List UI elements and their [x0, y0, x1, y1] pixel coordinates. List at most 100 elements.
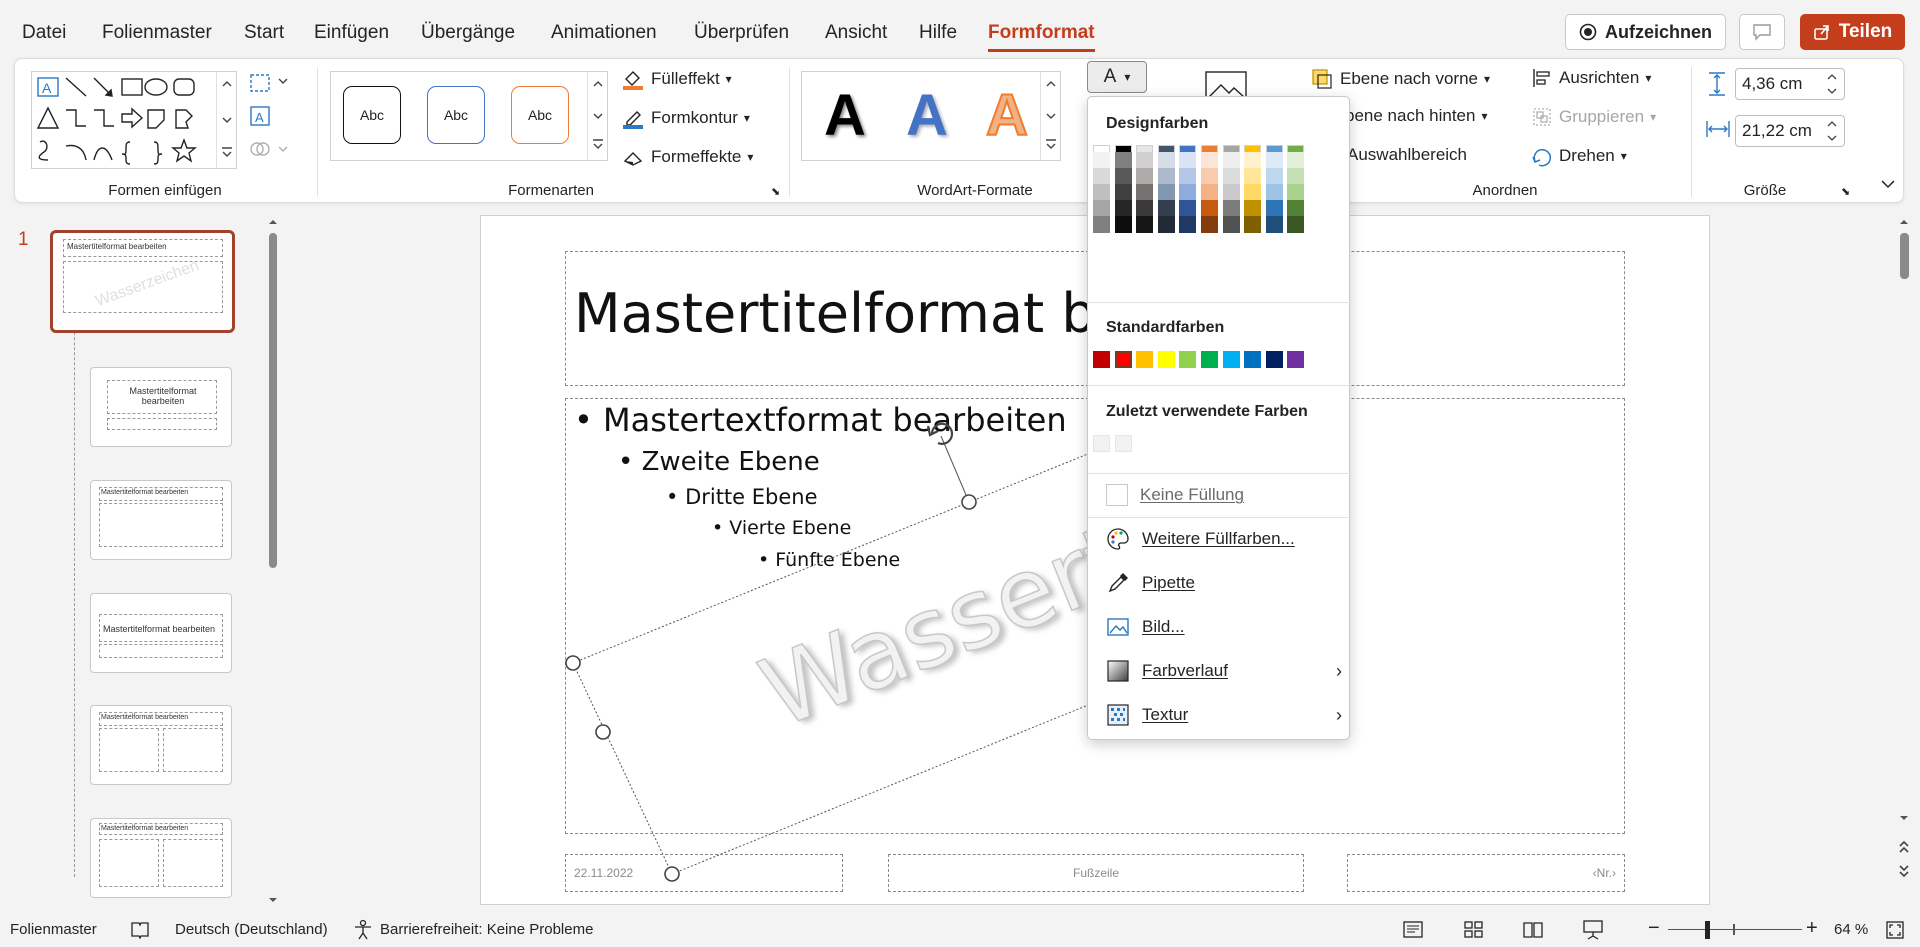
theme-shade-swatch[interactable]	[1201, 184, 1218, 201]
theme-shade-swatch[interactable]	[1093, 200, 1110, 217]
wordart-style-2[interactable]: A	[906, 82, 948, 149]
standard-color-swatch[interactable]	[1287, 351, 1305, 368]
accessibility-icon[interactable]	[352, 919, 374, 941]
zoom-out-button[interactable]: −	[1648, 917, 1660, 940]
next-slide-icon[interactable]	[1896, 861, 1912, 881]
theme-shade-swatch[interactable]	[1114, 184, 1132, 201]
recent-color-swatch[interactable]	[1114, 435, 1132, 452]
scroll-up-icon[interactable]	[266, 215, 280, 229]
theme-shade-swatch[interactable]	[1244, 216, 1262, 233]
shape-styles-gallery[interactable]: Abc Abc Abc	[330, 71, 608, 161]
standard-color-swatch[interactable]	[1222, 351, 1240, 368]
comment-button[interactable]	[1739, 14, 1785, 50]
theme-shade-swatch[interactable]	[1265, 200, 1283, 217]
theme-shade-swatch[interactable]	[1287, 216, 1305, 233]
number-placeholder[interactable]: ‹Nr.›	[1347, 854, 1625, 892]
theme-shade-swatch[interactable]	[1244, 200, 1262, 217]
slideshow-icon[interactable]	[1582, 919, 1604, 941]
theme-shade-swatch[interactable]	[1287, 184, 1305, 201]
gradient-item[interactable]: Farbverlauf ›	[1106, 657, 1342, 685]
more-fill-colors-item[interactable]: Weitere Füllfarben...	[1106, 525, 1295, 553]
spinner-icon[interactable]	[1825, 70, 1839, 98]
theme-shade-swatch[interactable]	[1157, 200, 1175, 217]
bring-forward-button[interactable]: Ebene nach vorne ▾	[1310, 67, 1490, 91]
theme-shade-swatch[interactable]	[1157, 152, 1175, 169]
theme-shade-swatch[interactable]	[1136, 216, 1154, 233]
tab-uebergaenge[interactable]: Übergänge	[421, 22, 515, 44]
shape-effects-button[interactable]: Formeffekte ▾	[621, 145, 753, 169]
previous-slide-icon[interactable]	[1896, 837, 1912, 857]
thumbnail-layout-5[interactable]: Mastertitelformat bearbeiten	[90, 818, 232, 898]
theme-shade-swatch[interactable]	[1201, 216, 1218, 233]
selection-pane-button[interactable]: Auswahlbereich	[1347, 145, 1467, 165]
dialog-launcher-icon[interactable]: ⬊	[771, 185, 780, 198]
theme-shade-swatch[interactable]	[1222, 216, 1240, 233]
tab-animationen[interactable]: Animationen	[551, 22, 657, 44]
thumbnail-layout-1[interactable]: Mastertitelformat bearbeiten	[90, 367, 232, 447]
theme-shade-swatch[interactable]	[1287, 168, 1305, 185]
wordart-style-3[interactable]: A	[985, 82, 1029, 149]
theme-shade-swatch[interactable]	[1179, 168, 1197, 185]
dialog-launcher-icon[interactable]: ⬊	[1841, 185, 1850, 198]
thumbnail-layout-2[interactable]: Mastertitelformat bearbeiten	[90, 480, 232, 560]
status-language[interactable]: Deutsch (Deutschland)	[175, 921, 328, 938]
scrollbar-thumb[interactable]	[1900, 233, 1909, 279]
date-placeholder[interactable]: 22.11.2022	[565, 854, 843, 892]
slide-sorter-icon[interactable]	[1463, 920, 1485, 940]
shape-style-2[interactable]: Abc	[427, 86, 485, 144]
theme-shade-swatch[interactable]	[1244, 168, 1262, 185]
thumbnail-scrollbar[interactable]	[266, 215, 280, 910]
shapes-gallery[interactable]: A	[31, 71, 237, 169]
no-fill-item[interactable]: Keine Füllung	[1106, 481, 1244, 509]
theme-shade-swatch[interactable]	[1265, 168, 1283, 185]
shape-outline-button[interactable]: Formkontur ▾	[621, 106, 750, 130]
spinner-icon[interactable]	[1825, 117, 1839, 145]
collapse-ribbon-icon[interactable]	[1879, 177, 1897, 191]
theme-shade-swatch[interactable]	[1093, 216, 1110, 233]
theme-shade-swatch[interactable]	[1244, 184, 1262, 201]
texture-item[interactable]: Textur ›	[1106, 701, 1342, 729]
scroll-up-icon[interactable]	[1896, 215, 1912, 229]
tab-datei[interactable]: Datei	[22, 22, 66, 44]
book-icon[interactable]	[130, 920, 150, 940]
theme-shade-swatch[interactable]	[1179, 216, 1197, 233]
zoom-slider[interactable]	[1668, 929, 1802, 930]
thumbnail-layout-3[interactable]: Mastertitelformat bearbeiten	[90, 593, 232, 673]
group-button[interactable]: Gruppieren ▾	[1531, 106, 1656, 128]
theme-shade-swatch[interactable]	[1201, 200, 1218, 217]
theme-shade-swatch[interactable]	[1093, 168, 1110, 185]
status-accessibility[interactable]: Barrierefreiheit: Keine Probleme	[380, 921, 593, 938]
wordart-scroll[interactable]	[1040, 72, 1060, 160]
theme-shade-swatch[interactable]	[1114, 168, 1132, 185]
theme-shade-swatch[interactable]	[1265, 216, 1283, 233]
theme-shade-swatch[interactable]	[1179, 200, 1197, 217]
theme-shade-swatch[interactable]	[1157, 216, 1175, 233]
scrollbar-thumb[interactable]	[269, 233, 277, 568]
send-backward-button[interactable]: bene nach hinten ▾	[1345, 106, 1487, 126]
text-fill-dropdown[interactable]: A ▾	[1087, 61, 1147, 93]
tab-ansicht[interactable]: Ansicht	[825, 22, 887, 44]
standard-color-swatch[interactable]	[1093, 351, 1110, 368]
edit-shape-icon[interactable]: A	[247, 71, 291, 167]
editor-scrollbar[interactable]	[1896, 215, 1914, 910]
zoom-slider-thumb[interactable]	[1704, 921, 1710, 939]
tab-start[interactable]: Start	[244, 22, 284, 44]
standard-color-swatch[interactable]	[1157, 351, 1175, 368]
theme-shade-swatch[interactable]	[1136, 152, 1154, 169]
thumbnail-layout-4[interactable]: Mastertitelformat bearbeiten	[90, 705, 232, 785]
align-button[interactable]: Ausrichten ▾	[1531, 67, 1651, 89]
theme-shade-swatch[interactable]	[1287, 152, 1305, 169]
standard-color-swatch[interactable]	[1136, 351, 1154, 368]
fit-to-window-icon[interactable]	[1884, 919, 1906, 941]
standard-color-swatch[interactable]	[1114, 351, 1132, 368]
shapes-gallery-scroll[interactable]	[216, 72, 236, 168]
standard-color-swatch[interactable]	[1179, 351, 1197, 368]
zoom-level[interactable]: 64 %	[1834, 921, 1868, 938]
scroll-down-icon[interactable]	[1896, 811, 1912, 825]
theme-shade-swatch[interactable]	[1179, 152, 1197, 169]
theme-shade-swatch[interactable]	[1201, 152, 1218, 169]
shape-style-3[interactable]: Abc	[511, 86, 569, 144]
theme-shade-swatch[interactable]	[1222, 168, 1240, 185]
shape-styles-scroll[interactable]	[587, 72, 607, 160]
standard-color-swatch[interactable]	[1201, 351, 1218, 368]
